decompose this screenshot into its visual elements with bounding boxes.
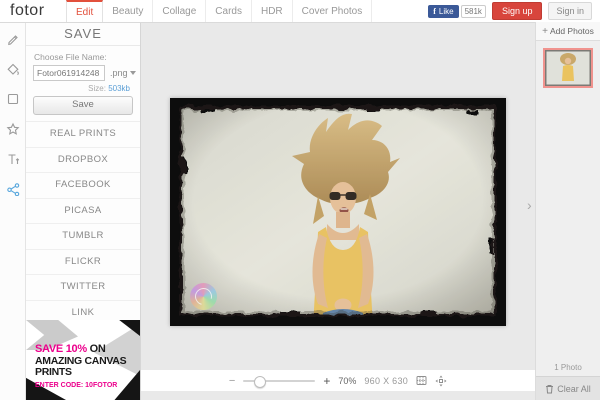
tab-hdr[interactable]: HDR: [252, 0, 293, 22]
trash-icon: [545, 384, 554, 394]
zoom-bar: − + 70% 960 X 630: [141, 370, 535, 391]
fotor-app: fotor Edit Beauty Collage Cards HDR Cove…: [0, 0, 600, 400]
zoom-out-button[interactable]: −: [229, 375, 235, 387]
text-tool-button[interactable]: [5, 151, 21, 167]
zoom-slider-handle[interactable]: [254, 376, 266, 388]
share-item-dropbox[interactable]: DROPBOX: [26, 148, 140, 174]
effects-tool-button[interactable]: [5, 61, 21, 77]
file-size-label: Size:: [88, 84, 106, 93]
tab-cards[interactable]: Cards: [206, 0, 252, 22]
canvas-area: − + 70% 960 X 630: [141, 22, 535, 400]
main-tabs: Edit Beauty Collage Cards HDR Cover Phot…: [66, 0, 372, 22]
grid-icon: [416, 375, 427, 386]
file-format-dropdown[interactable]: .png: [110, 68, 136, 78]
edited-photo[interactable]: [170, 98, 506, 326]
tool-rail: [0, 22, 26, 400]
share-item-tumblr[interactable]: TUMBLR: [26, 224, 140, 250]
file-size-value: 503kb: [108, 84, 130, 93]
canvas-size-value: 960 X 630: [364, 376, 408, 386]
file-size-row: Size: 503kb: [26, 84, 130, 93]
share-item-picasa[interactable]: PICASA: [26, 199, 140, 225]
share-item-facebook[interactable]: FACEBOOK: [26, 173, 140, 199]
collapse-panel-button[interactable]: ›: [527, 198, 532, 212]
star-icon: [6, 122, 20, 136]
top-bar: fotor Edit Beauty Collage Cards HDR Cove…: [0, 0, 600, 23]
text-icon: [6, 152, 20, 166]
ad-headline-rest: ON: [87, 343, 106, 355]
watermark-badge: [190, 283, 217, 310]
photos-panel: + Add Photos 1 Photo Clear All: [535, 22, 600, 400]
facebook-like-button[interactable]: fLike: [428, 5, 458, 18]
ad-text: SAVE 10% ON AMAZING CANVAS PRINTS ENTER …: [35, 344, 126, 389]
draw-tool-button[interactable]: [5, 31, 21, 47]
photo-thumbnail-selected[interactable]: [543, 48, 593, 88]
top-right-controls: fLike 581k Sign up Sign in: [428, 0, 600, 22]
file-name-row: .png: [33, 65, 140, 81]
share-target-list: REAL PRINTS DROPBOX FACEBOOK PICASA TUMB…: [26, 121, 140, 326]
facebook-like-widget[interactable]: fLike 581k: [428, 5, 486, 18]
tab-collage[interactable]: Collage: [153, 0, 206, 22]
facebook-like-count: 581k: [461, 5, 486, 18]
zoom-slider[interactable]: [243, 380, 315, 382]
zoom-level-value: 70%: [338, 376, 356, 386]
clear-all-button[interactable]: Clear All: [536, 376, 600, 400]
fotor-logo: fotor: [0, 0, 66, 22]
tab-cover-photos[interactable]: Cover Photos: [293, 0, 373, 22]
file-name-input[interactable]: [33, 65, 105, 81]
resize-canvas-button[interactable]: [416, 375, 427, 386]
paint-bucket-icon: [6, 62, 20, 76]
canvas-prints-ad[interactable]: SAVE 10% ON AMAZING CANVAS PRINTS ENTER …: [26, 320, 140, 400]
ad-line3: PRINTS: [35, 367, 126, 378]
file-name-label: Choose File Name:: [34, 52, 140, 62]
file-format-value: .png: [110, 68, 128, 78]
frames-tool-button[interactable]: [5, 91, 21, 107]
share-tool-button[interactable]: [5, 181, 21, 197]
photo-image: [170, 98, 506, 326]
fit-screen-icon: [435, 375, 447, 387]
fit-screen-button[interactable]: [435, 375, 447, 387]
zoom-in-button[interactable]: +: [323, 374, 330, 388]
thumbnail-image: [545, 50, 591, 86]
share-icon: [6, 182, 20, 196]
ad-headline-highlight: SAVE 10%: [35, 343, 87, 355]
facebook-icon: f: [433, 7, 436, 16]
plus-icon: +: [542, 26, 548, 37]
pencil-icon: [6, 32, 20, 46]
chevron-down-icon: [130, 71, 136, 75]
stickers-tool-button[interactable]: [5, 121, 21, 137]
save-button[interactable]: Save: [33, 96, 133, 115]
tab-beauty[interactable]: Beauty: [103, 0, 153, 22]
frame-icon: [6, 92, 20, 106]
sign-up-button[interactable]: Sign up: [492, 2, 543, 20]
add-photos-label: Add Photos: [550, 26, 594, 36]
clear-all-label: Clear All: [557, 384, 591, 394]
share-item-flickr[interactable]: FLICKR: [26, 250, 140, 276]
add-photos-button[interactable]: + Add Photos: [536, 22, 600, 41]
share-item-twitter[interactable]: TWITTER: [26, 275, 140, 301]
share-item-real-prints[interactable]: REAL PRINTS: [26, 122, 140, 148]
ad-promo-code: ENTER CODE: 10FOTOR: [35, 382, 126, 390]
facebook-like-label: Like: [439, 7, 454, 16]
save-panel-title: SAVE: [26, 22, 140, 46]
photo-stage: [141, 22, 535, 371]
sign-in-button[interactable]: Sign in: [548, 2, 592, 20]
tab-edit[interactable]: Edit: [66, 0, 103, 22]
save-panel: SAVE Choose File Name: .png Size: 503kb …: [26, 22, 141, 400]
photo-count: 1 Photo: [536, 363, 600, 372]
